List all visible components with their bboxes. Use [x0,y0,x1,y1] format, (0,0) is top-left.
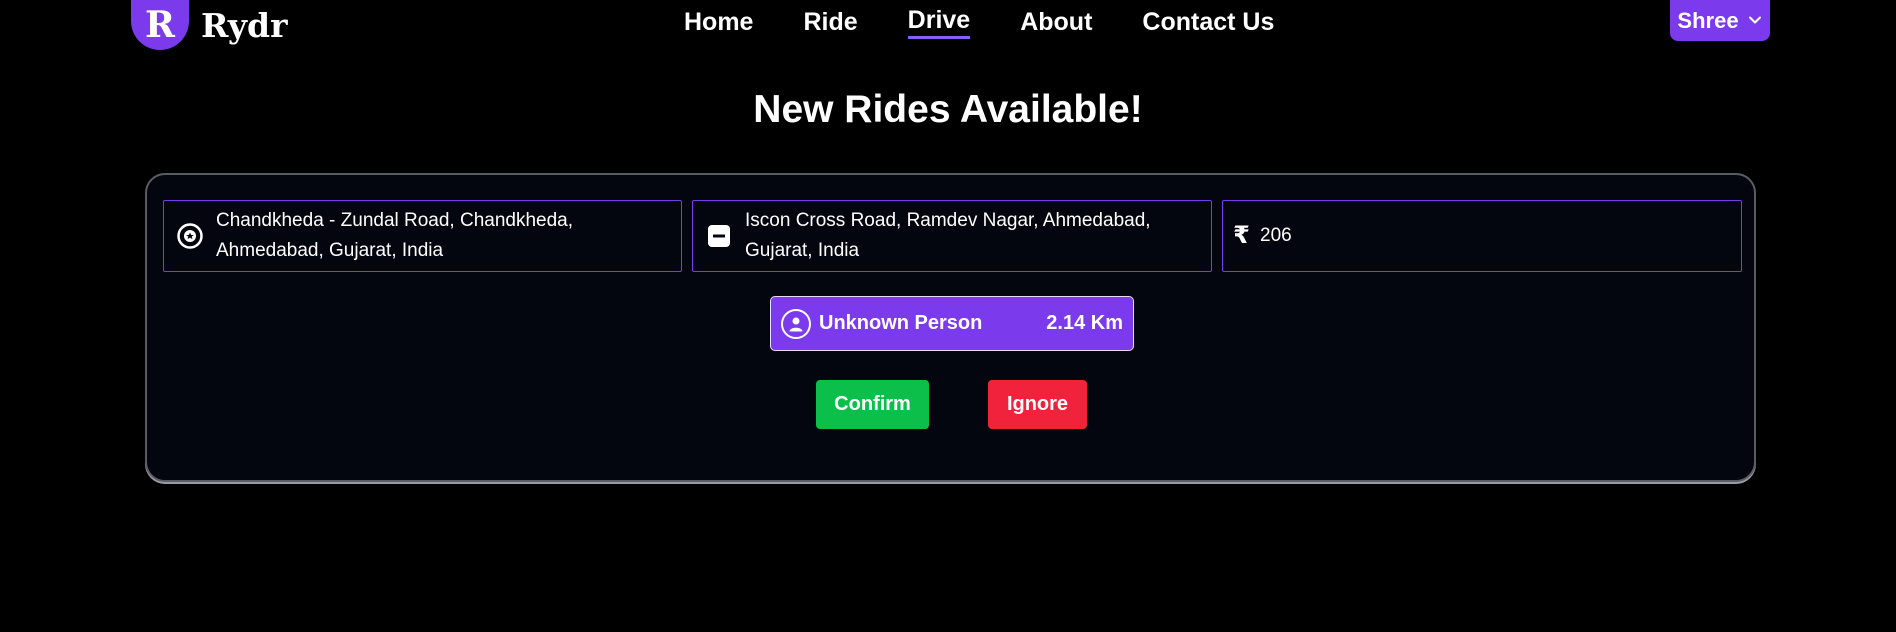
ignore-button[interactable]: Ignore [988,380,1087,429]
rider-name: Unknown Person [819,312,983,334]
brand-name: Rydr [201,5,288,45]
rider-info[interactable]: Unknown Person 2.14 Km [770,296,1134,351]
confirm-button[interactable]: Confirm [816,380,929,429]
pickup-marker-icon [164,222,216,250]
nav-contact-us[interactable]: Contact Us [1142,8,1274,37]
nav-home[interactable]: Home [684,8,753,37]
nav-ride[interactable]: Ride [803,8,857,37]
chevron-down-icon [1747,8,1763,34]
user-menu-label: Shree [1677,7,1739,33]
ride-request-card: Chandkheda - Zundal Road, Chandkheda, Ah… [145,173,1756,482]
brand-logo: R [131,0,189,50]
rider-distance: 2.14 Km [1046,312,1123,334]
main-nav: Home Ride Drive About Contact Us [684,0,1274,44]
nav-about[interactable]: About [1020,8,1092,37]
fare-value: 206 [1260,225,1292,246]
nav-drive[interactable]: Drive [907,6,971,39]
page-root: R Rydr Home Ride Drive About Contact Us … [0,0,1896,632]
user-menu-button[interactable]: Shree [1670,0,1770,41]
pickup-value: Chandkheda - Zundal Road, Chandkheda, Ah… [216,210,574,261]
rupee-icon: ₹ [1233,222,1250,249]
fare-field[interactable]: ₹ 206 [1222,200,1742,272]
brand[interactable]: R Rydr [131,0,287,50]
dropoff-value: Iscon Cross Road, Ramdev Nagar, Ahmedaba… [745,210,1151,261]
dropoff-field[interactable]: Iscon Cross Road, Ramdev Nagar, Ahmedaba… [692,200,1212,272]
dropoff-marker-icon [693,223,745,249]
user-icon [781,308,811,339]
page-title: New Rides Available! [753,88,1143,131]
pickup-field[interactable]: Chandkheda - Zundal Road, Chandkheda, Ah… [163,200,682,272]
